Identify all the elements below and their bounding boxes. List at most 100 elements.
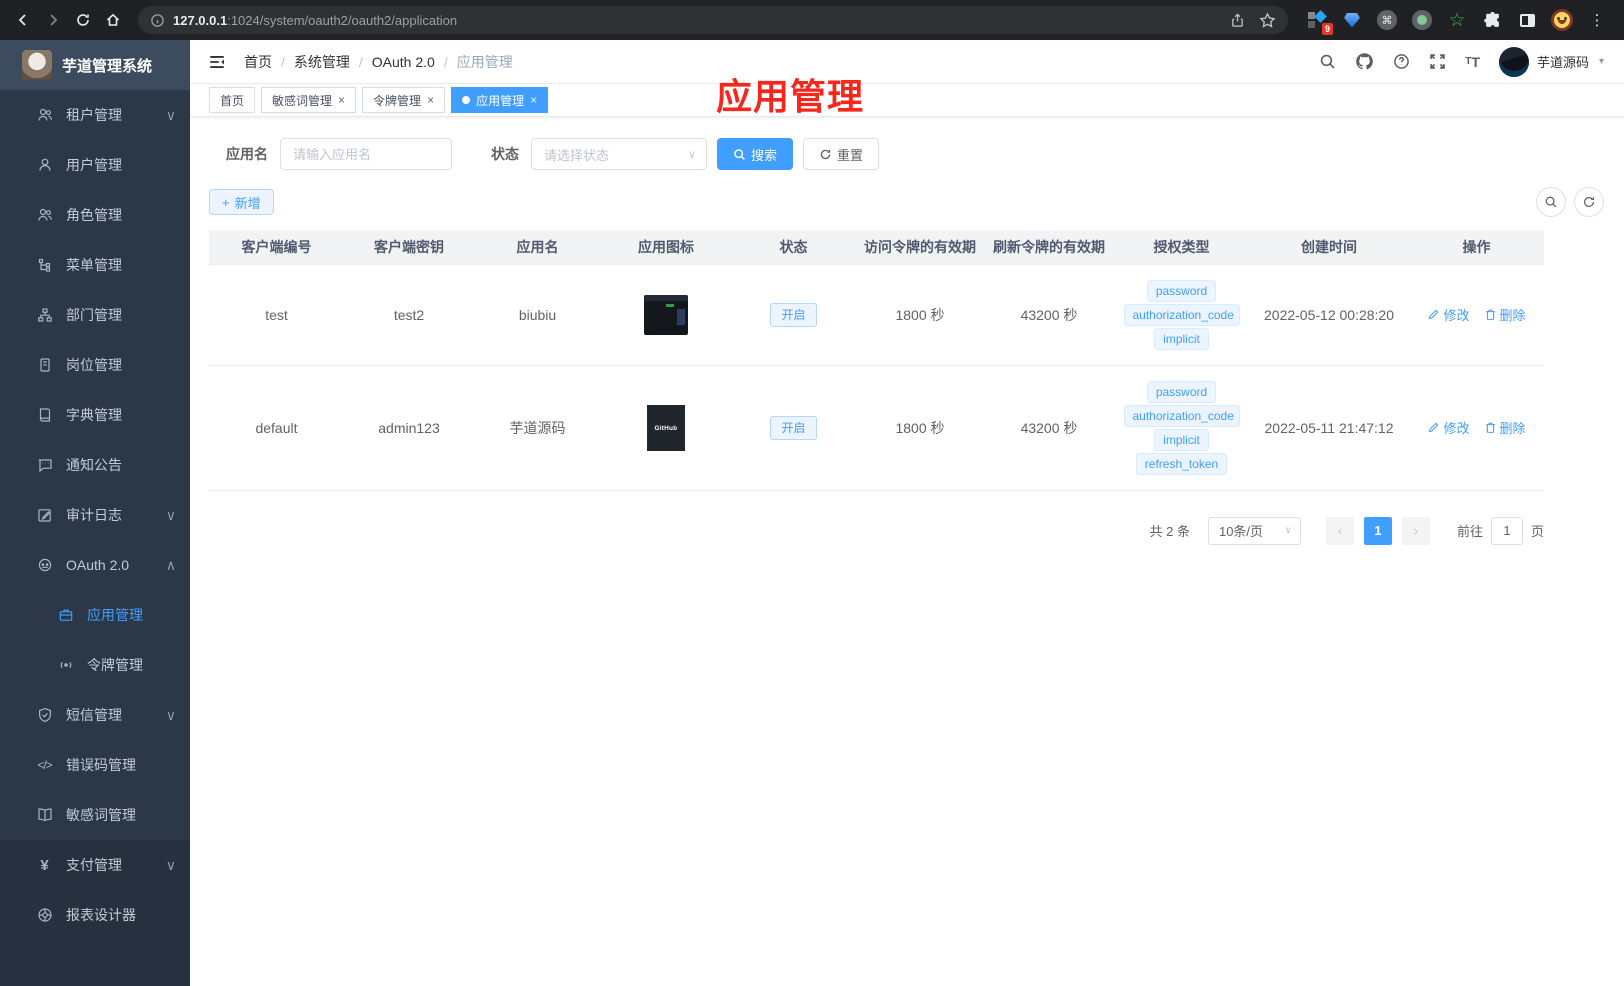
extension-command-icon[interactable]: ⌘	[1376, 9, 1398, 31]
breadcrumb-item[interactable]: OAuth 2.0	[372, 54, 435, 70]
bookmark-star-icon[interactable]	[1259, 11, 1276, 29]
chevron-down-icon: ∨	[1284, 525, 1292, 536]
sidebar-item-审计日志[interactable]: 审计日志 ∨	[0, 490, 190, 540]
tab-label: 应用管理	[476, 93, 525, 108]
sidebar-item-用户管理[interactable]: 用户管理	[0, 140, 190, 190]
page-size-select[interactable]: 10条/页 ∨	[1207, 516, 1301, 545]
goto-page-input[interactable]	[1490, 516, 1523, 545]
roles-icon	[36, 207, 53, 223]
grant-type-tag: implicit	[1154, 428, 1209, 451]
breadcrumb-separator: /	[281, 53, 285, 70]
column-header-客户端密钥: 客户端密钥	[344, 230, 474, 265]
app-title: 芋道管理系统	[62, 57, 153, 75]
sidebar-item-label: 审计日志	[66, 507, 122, 523]
breadcrumb: 首页 / 系统管理 / OAuth 2.0 / 应用管理	[244, 52, 513, 72]
app-logo-bar[interactable]: 芋道管理系统	[0, 40, 190, 90]
sidebar-item-菜单管理[interactable]: 菜单管理	[0, 240, 190, 290]
browser-back-button[interactable]	[10, 7, 36, 33]
sidebar-item-租户管理[interactable]: 租户管理 ∨	[0, 90, 190, 140]
grant-type-tag: password	[1146, 380, 1217, 403]
user-menu[interactable]: 芋道源码 ▾	[1498, 46, 1604, 77]
edit-button[interactable]: 修改	[1427, 418, 1470, 437]
sidebar-item-应用管理[interactable]: 应用管理	[0, 590, 190, 640]
pagination: 共 2 条 10条/页 ∨ ‹ 1 › 前往 页	[209, 516, 1544, 545]
sidebar-item-label: 用户管理	[66, 157, 122, 173]
breadcrumb-item[interactable]: 首页	[244, 52, 272, 72]
sidebar-item-部门管理[interactable]: 部门管理	[0, 290, 190, 340]
browser-forward-button[interactable]	[40, 7, 66, 33]
page-content: 应用名 状态 请选择状态 ∨ 搜索 重置 +	[190, 117, 1624, 986]
page-number-1[interactable]: 1	[1363, 516, 1392, 545]
delete-button[interactable]: 删除	[1484, 418, 1526, 437]
tab-首页[interactable]: 首页	[209, 87, 256, 113]
search-button[interactable]: 搜索	[717, 138, 794, 170]
audit-icon	[36, 507, 53, 523]
sidebar-item-错误码管理[interactable]: </> 错误码管理	[0, 740, 190, 790]
briefcase-icon	[57, 607, 74, 623]
status-select[interactable]: 请选择状态 ∨	[531, 138, 707, 170]
browser-profile-avatar[interactable]	[1551, 9, 1573, 31]
extension-devtools-icon[interactable]: 9	[1306, 9, 1333, 35]
oauth-icon	[36, 557, 53, 573]
tab-令牌管理[interactable]: 令牌管理 ×	[362, 87, 446, 113]
close-icon[interactable]: ×	[427, 94, 434, 106]
sidebar-item-label: 部门管理	[66, 307, 122, 323]
sidebar-item-label: 支付管理	[66, 857, 122, 873]
app-name-label: 应用名	[226, 146, 268, 162]
close-icon[interactable]: ×	[338, 94, 345, 106]
toggle-search-button[interactable]	[1536, 187, 1566, 217]
edit-button[interactable]: 修改	[1427, 305, 1470, 324]
extension-badge: 9	[1321, 23, 1333, 35]
sidebar-item-报表设计器[interactable]: 报表设计器	[0, 890, 190, 940]
extension-gem-icon[interactable]	[1341, 9, 1363, 31]
sidebar-item-岗位管理[interactable]: 岗位管理	[0, 340, 190, 390]
column-header-客户端编号: 客户端编号	[209, 230, 344, 265]
cell-create-time: 2022-05-11 21:47:12	[1249, 365, 1409, 491]
cell-grant-types: password authorization_code implicit refres…	[1114, 365, 1249, 491]
chevron-down-icon: ∨	[687, 148, 696, 161]
site-info-icon[interactable]	[150, 13, 165, 28]
next-page-button[interactable]: ›	[1401, 516, 1430, 545]
help-icon[interactable]	[1393, 53, 1410, 70]
extensions-puzzle-icon[interactable]	[1481, 9, 1503, 31]
share-icon[interactable]	[1230, 12, 1245, 28]
sidebar-item-字典管理[interactable]: 字典管理	[0, 390, 190, 440]
font-size-icon[interactable]: TT	[1465, 54, 1480, 70]
sidebar-item-通知公告[interactable]: 通知公告	[0, 440, 190, 490]
cell-status: 开启	[731, 365, 856, 491]
github-icon[interactable]	[1355, 52, 1374, 71]
browser-reload-button[interactable]	[70, 7, 96, 33]
url-bar[interactable]: 127.0.0.1:1024/system/oauth2/oauth2/appl…	[138, 6, 1288, 34]
sidebar-collapse-icon[interactable]	[208, 53, 226, 71]
sidebar-item-令牌管理[interactable]: 令牌管理	[0, 640, 190, 690]
browser-menu-icon[interactable]: ⋮	[1586, 9, 1608, 31]
tab-bar: 首页 敏感词管理 × 令牌管理 × 应用管理 ×	[190, 84, 1624, 117]
sidebar-item-label: OAuth 2.0	[66, 557, 130, 573]
fullscreen-icon[interactable]	[1429, 53, 1446, 70]
cell-actions: 修改 删除	[1409, 365, 1544, 491]
breadcrumb-item[interactable]: 系统管理	[294, 52, 350, 72]
sidebar-item-label: 角色管理	[66, 207, 122, 223]
filter-form: 应用名 状态 请选择状态 ∨ 搜索 重置	[226, 138, 1604, 170]
extension-star-icon[interactable]: ☆	[1446, 9, 1468, 31]
side-panel-icon[interactable]	[1516, 9, 1538, 31]
extension-record-icon[interactable]	[1411, 9, 1433, 31]
close-icon[interactable]: ×	[530, 94, 537, 106]
sidebar-item-支付管理[interactable]: ¥ 支付管理 ∨	[0, 840, 190, 890]
app-name-input[interactable]	[280, 138, 452, 170]
tab-敏感词管理[interactable]: 敏感词管理 ×	[261, 87, 357, 113]
tab-应用管理[interactable]: 应用管理 ×	[451, 87, 549, 113]
add-button[interactable]: + 新增	[209, 189, 274, 215]
sidebar-item-敏感词管理[interactable]: 敏感词管理	[0, 790, 190, 840]
refresh-table-button[interactable]	[1574, 187, 1604, 217]
prev-page-button[interactable]: ‹	[1325, 516, 1354, 545]
sidebar-item-角色管理[interactable]: 角色管理	[0, 190, 190, 240]
search-icon[interactable]	[1319, 53, 1336, 70]
sidebar-item-OAuth 2.0[interactable]: OAuth 2.0 ∧	[0, 540, 190, 590]
reset-button[interactable]: 重置	[803, 138, 880, 170]
sidebar-item-短信管理[interactable]: 短信管理 ∨	[0, 690, 190, 740]
browser-home-button[interactable]	[100, 7, 126, 33]
cell-secret: admin123	[344, 365, 474, 491]
delete-button[interactable]: 删除	[1484, 305, 1526, 324]
notice-icon	[36, 457, 53, 473]
